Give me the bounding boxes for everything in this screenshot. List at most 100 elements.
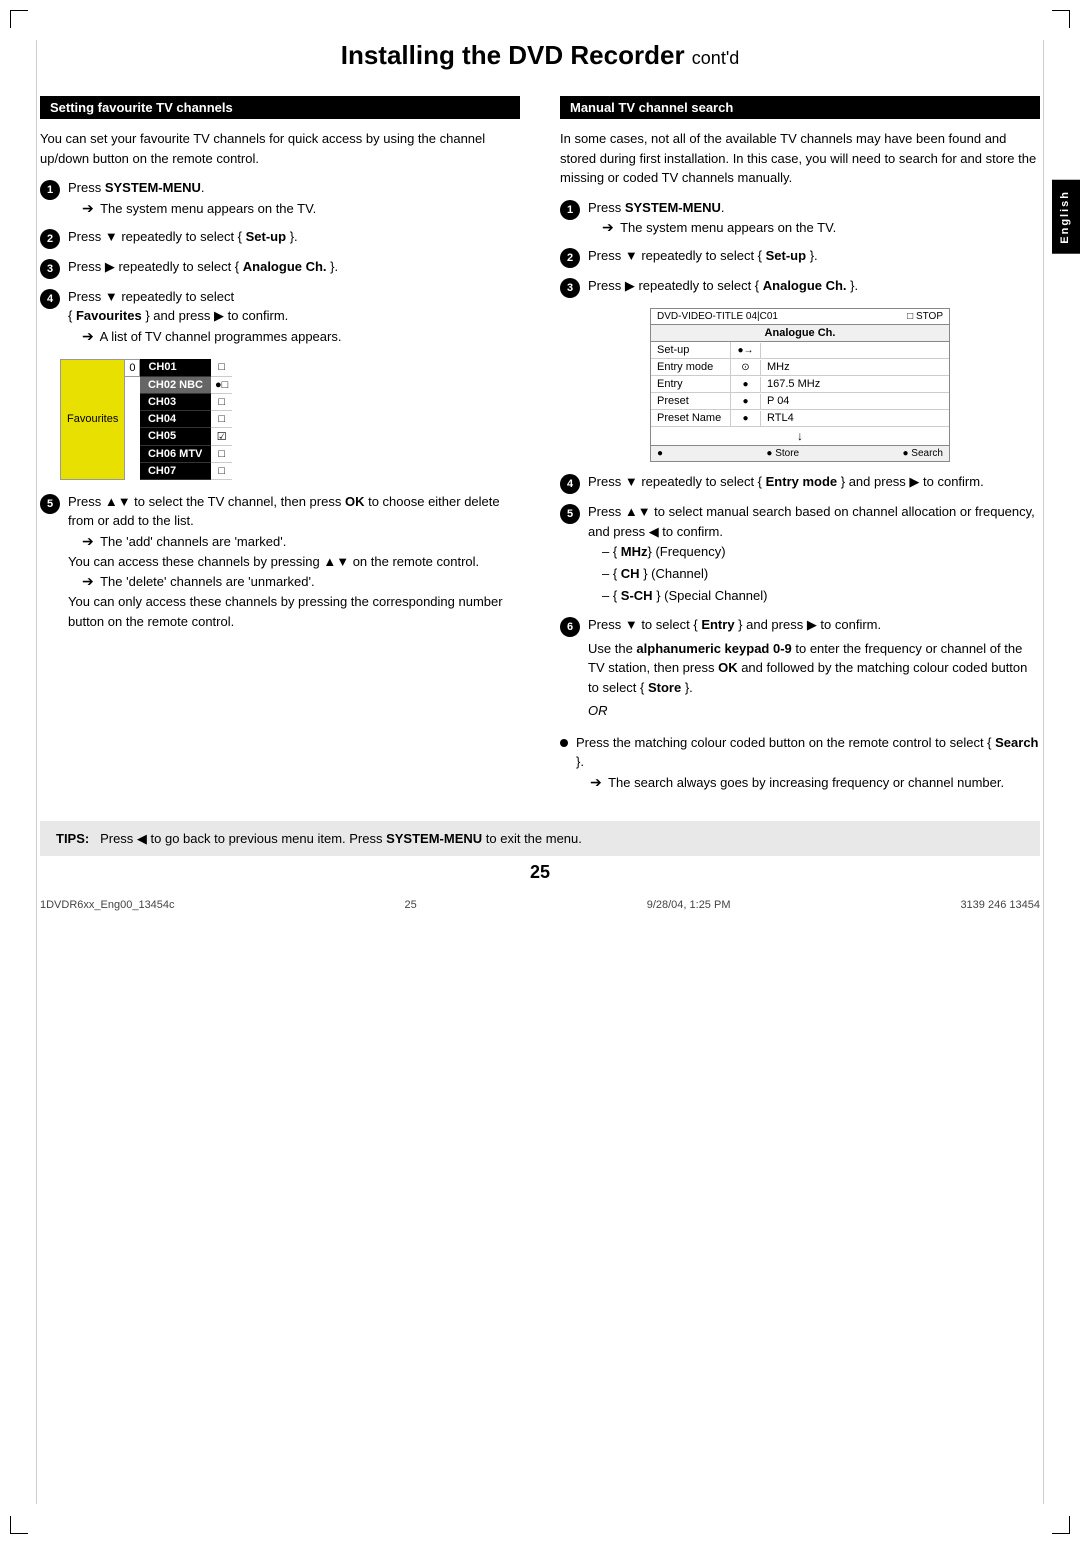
right-step-2: 2 Press ▼ repeatedly to select { Set-up …: [560, 246, 1040, 268]
tips-label: TIPS:: [56, 831, 89, 846]
osd-diagram: DVD-VIDEO-TITLE 04|C01 □ STOP Analogue C…: [650, 308, 950, 462]
footer-code: 3139 246 13454: [960, 899, 1040, 911]
osd-row-entry: Entry ● 167.5 MHz: [651, 376, 949, 393]
ch-ch05: CH05: [140, 427, 211, 445]
bullet-step: Press the matching colour coded button o…: [560, 733, 1040, 793]
right-step-6: 6 Press ▼ to select { Entry } and press …: [560, 615, 1040, 725]
osd-search-label: ● Search: [902, 448, 943, 459]
two-column-layout: Setting favourite TV channels You can se…: [40, 96, 1040, 801]
ch-ch03: CH03: [140, 393, 211, 410]
ch-ch07: CH07: [140, 462, 211, 479]
page-title: Installing the DVD Recorder cont'd: [40, 40, 1040, 71]
or-separator: OR: [588, 701, 1040, 721]
step-1-content: Press SYSTEM-MENU. ➔ The system menu app…: [68, 178, 520, 219]
side-rule-left: [36, 40, 37, 1504]
left-intro: You can set your favourite TV channels f…: [40, 129, 520, 168]
right-step-1-arrow: ➔ The system menu appears on the TV.: [588, 217, 1040, 238]
osd-dvd-info: DVD-VIDEO-TITLE 04|C01: [657, 311, 778, 322]
ch04-icon: □: [211, 410, 232, 427]
osd-bottom-bar: ● ● Store ● Search: [651, 445, 949, 461]
right-step-1: 1 Press SYSTEM-MENU. ➔ The system menu a…: [560, 198, 1040, 239]
ch05-icon: ☑: [211, 427, 232, 445]
step-5-arrow2: ➔ The 'delete' channels are 'unmarked'.: [68, 571, 520, 592]
right-step-2-content: Press ▼ repeatedly to select { Set-up }.: [588, 246, 1040, 266]
osd-value-setup: [761, 348, 949, 352]
left-column: Setting favourite TV channels You can se…: [40, 96, 520, 801]
step-4: 4 Press ▼ repeatedly to select { Favouri…: [40, 287, 520, 347]
ch06-icon: □: [211, 445, 232, 462]
page-container: English Installing the DVD Recorder cont…: [0, 0, 1080, 1544]
right-step-num-2: 2: [560, 248, 580, 268]
corner-mark-tr: [1052, 10, 1070, 28]
osd-store-label: ● Store: [766, 448, 799, 459]
corner-mark-bl: [10, 1516, 28, 1534]
osd-label-setup: Set-up: [651, 342, 731, 358]
right-step-num-5: 5: [560, 504, 580, 524]
tips-bar: TIPS: Press ◀ to go back to previous men…: [40, 821, 1040, 857]
right-step-1-content: Press SYSTEM-MENU. ➔ The system menu app…: [588, 198, 1040, 239]
right-step-5-content: Press ▲▼ to select manual search based o…: [588, 502, 1040, 607]
page-number: 25: [40, 862, 1040, 883]
step-4-content: Press ▼ repeatedly to select { Favourite…: [68, 287, 520, 347]
osd-ctrl-presetname: ●: [731, 411, 761, 426]
step-5: 5 Press ▲▼ to select the TV channel, the…: [40, 492, 520, 632]
osd-row-preset: Preset ● P 04: [651, 393, 949, 410]
right-step-5: 5 Press ▲▼ to select manual search based…: [560, 502, 1040, 607]
ch01-icon: □: [211, 359, 232, 376]
right-step-num-1: 1: [560, 200, 580, 220]
right-step-num-6: 6: [560, 617, 580, 637]
step-3: 3 Press ▶ repeatedly to select { Analogu…: [40, 257, 520, 279]
footer-datetime: 9/28/04, 1:25 PM: [647, 899, 731, 911]
osd-value-entrymode: MHz: [761, 359, 949, 375]
osd-stop: □ STOP: [907, 311, 943, 322]
ch07-icon: □: [211, 462, 232, 479]
english-tab: English: [1052, 180, 1080, 254]
step-5-arrow1: ➔ The 'add' channels are 'marked'.: [68, 531, 520, 552]
tips-text: Press ◀ to go back to previous menu item…: [100, 831, 582, 846]
right-intro: In some cases, not all of the available …: [560, 129, 1040, 188]
osd-label-entry: Entry: [651, 376, 731, 392]
right-step-num-4: 4: [560, 474, 580, 494]
fav-label: Favourites: [61, 359, 125, 479]
right-step-num-3: 3: [560, 278, 580, 298]
ch03-icon: □: [211, 393, 232, 410]
osd-title-bar: Analogue Ch.: [651, 325, 949, 342]
page-footer: 1DVDR6xx_Eng00_13454c 25 9/28/04, 1:25 P…: [40, 899, 1040, 911]
corner-mark-tl: [10, 10, 28, 28]
ch-ch06: CH06 MTV: [140, 445, 211, 462]
step-3-content: Press ▶ repeatedly to select { Analogue …: [68, 257, 520, 277]
osd-row-entrymode: Entry mode ⊙ MHz: [651, 359, 949, 376]
right-step-4-content: Press ▼ repeatedly to select { Entry mod…: [588, 472, 1040, 492]
footer-center: 25: [405, 899, 417, 911]
footer-left: 1DVDR6xx_Eng00_13454c: [40, 899, 175, 911]
osd-label-entrymode: Entry mode: [651, 359, 731, 375]
right-step-4: 4 Press ▼ repeatedly to select { Entry m…: [560, 472, 1040, 494]
step-5-content: Press ▲▼ to select the TV channel, then …: [68, 492, 520, 632]
left-section-header: Setting favourite TV channels: [40, 96, 520, 119]
favourites-table: Favourites 0 CH01 □ CH02 NBC ●□ CH03 □: [60, 359, 520, 480]
step-num-5: 5: [40, 494, 60, 514]
osd-ctrl-preset: ●: [731, 394, 761, 409]
step-1-arrow: ➔ The system menu appears on the TV.: [68, 198, 520, 219]
side-rule-right: [1043, 40, 1044, 1504]
osd-label-presetname: Preset Name: [651, 410, 731, 426]
right-column: Manual TV channel search In some cases, …: [560, 96, 1040, 801]
osd-row-setup: Set-up ●→: [651, 342, 949, 359]
ch-ch02: CH02 NBC: [140, 376, 211, 393]
step-num-3: 3: [40, 259, 60, 279]
right-step-3-content: Press ▶ repeatedly to select { Analogue …: [588, 276, 1040, 296]
osd-row-presetname: Preset Name ● RTL4: [651, 410, 949, 427]
sub-list: – { MHz} (Frequency) – { CH } (Channel) …: [588, 541, 1040, 607]
step-num-2: 2: [40, 229, 60, 249]
osd-label-preset: Preset: [651, 393, 731, 409]
corner-mark-br: [1052, 1516, 1070, 1534]
osd-ctrl-setup: ●→: [731, 343, 761, 358]
osd-ctrl-entrymode: ⊙: [731, 360, 761, 375]
right-step-3: 3 Press ▶ repeatedly to select { Analogu…: [560, 276, 1040, 298]
fav-channel-table: Favourites 0 CH01 □ CH02 NBC ●□ CH03 □: [60, 359, 232, 480]
fav-zero: 0: [125, 359, 140, 376]
step-2: 2 Press ▼ repeatedly to select { Set-up …: [40, 227, 520, 249]
right-step-6-content: Press ▼ to select { Entry } and press ▶ …: [588, 615, 1040, 725]
step-num-4: 4: [40, 289, 60, 309]
bullet-step-arrow: ➔ The search always goes by increasing f…: [576, 772, 1040, 793]
